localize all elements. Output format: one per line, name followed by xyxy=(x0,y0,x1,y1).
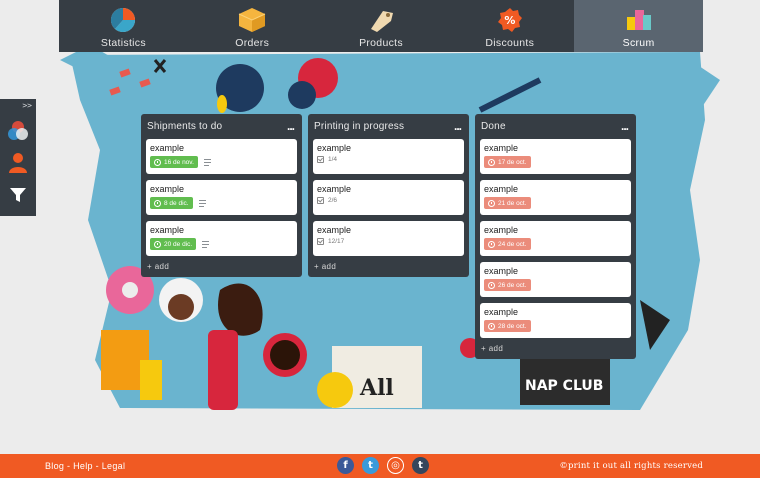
due-date-badge: 26 de oct. xyxy=(484,279,531,291)
percent-icon: % xyxy=(497,8,522,32)
description-icon xyxy=(198,199,206,207)
checklist-badge: 12/17 xyxy=(317,238,344,245)
left-sidebar: >> xyxy=(0,99,36,216)
tag-icon xyxy=(370,11,393,32)
due-date-badge: 21 de oct. xyxy=(484,197,531,209)
add-card-button[interactable]: + add xyxy=(146,262,297,271)
checklist-badge: 1/4 xyxy=(317,156,337,163)
nav-label: Discounts xyxy=(485,37,535,49)
clock-icon xyxy=(154,199,161,207)
nav-label: Statistics xyxy=(100,37,146,49)
card-title: example xyxy=(150,184,185,194)
list-shipments-to-do: Shipments to do ... example 16 de nov. e… xyxy=(141,114,302,277)
card[interactable]: example 20 de dic. xyxy=(146,221,297,256)
list-printing-in-progress: Printing in progress ... example 1/4 exa… xyxy=(308,114,469,277)
nav-scrum[interactable]: Scrum xyxy=(574,0,703,52)
checkbox-icon xyxy=(317,156,324,163)
list-title: Done xyxy=(481,120,506,132)
card-title: example xyxy=(484,307,519,317)
copyright-text: ©print it out all rights reserved xyxy=(559,461,703,471)
card[interactable]: example 12/17 xyxy=(313,221,464,256)
pie-chart-icon xyxy=(111,7,136,33)
tumblr-icon[interactable]: t xyxy=(412,457,429,474)
clock-icon xyxy=(488,199,495,207)
box-icon xyxy=(238,8,266,32)
nav-products[interactable]: Products xyxy=(317,0,446,52)
list-header: Shipments to do ... xyxy=(146,116,297,136)
due-date-badge: 8 de dic. xyxy=(150,197,193,209)
card[interactable]: example 24 de oct. xyxy=(480,221,631,256)
checkbox-icon xyxy=(317,238,324,245)
description-icon xyxy=(202,240,210,248)
due-date-badge: 16 de nov. xyxy=(150,156,198,168)
card[interactable]: example 2/6 xyxy=(313,180,464,215)
filter-icon[interactable] xyxy=(6,183,30,207)
card-title: example xyxy=(484,184,519,194)
nav-label: Orders xyxy=(235,37,270,49)
clock-icon xyxy=(488,240,495,248)
user-icon[interactable] xyxy=(6,151,30,175)
svg-text:NAP CLUB: NAP CLUB xyxy=(525,378,603,394)
list-menu-button[interactable]: ... xyxy=(621,120,629,132)
card-title: example xyxy=(317,184,352,194)
svg-text:All: All xyxy=(359,375,394,401)
card[interactable]: example 1/4 xyxy=(313,139,464,174)
top-navigation: Statistics Orders Products % Discounts S… xyxy=(59,0,703,52)
footer-links[interactable]: Blog - Help - Legal xyxy=(45,461,125,471)
svg-text:%: % xyxy=(504,14,515,27)
facebook-icon[interactable]: f xyxy=(337,457,354,474)
footer: Blog - Help - Legal f t ◎ t ©print it ou… xyxy=(0,454,760,478)
expand-sidebar-button[interactable]: >> xyxy=(22,101,32,110)
due-date-badge: 20 de dic. xyxy=(150,238,197,250)
social-links: f t ◎ t xyxy=(337,457,437,474)
clock-icon xyxy=(154,240,161,248)
blocks-icon xyxy=(626,10,651,30)
clock-icon xyxy=(488,158,495,166)
list-header: Printing in progress ... xyxy=(313,116,464,136)
checklist-badge: 2/6 xyxy=(317,197,337,204)
list-title: Shipments to do xyxy=(147,120,223,132)
description-icon xyxy=(203,158,211,166)
card[interactable]: example 28 de oct. xyxy=(480,303,631,338)
nav-orders[interactable]: Orders xyxy=(188,0,317,52)
color-circles-icon[interactable] xyxy=(6,119,30,143)
card[interactable]: example 8 de dic. xyxy=(146,180,297,215)
twitter-icon[interactable]: t xyxy=(362,457,379,474)
due-date-badge: 17 de oct. xyxy=(484,156,531,168)
card-title: example xyxy=(317,225,352,235)
nav-discounts[interactable]: % Discounts xyxy=(445,0,574,52)
list-done: Done ... example 17 de oct. example 21 d… xyxy=(475,114,636,359)
card[interactable]: example 26 de oct. xyxy=(480,262,631,297)
card-title: example xyxy=(317,143,352,153)
clock-icon xyxy=(488,322,495,330)
clock-icon xyxy=(154,158,161,166)
checkbox-icon xyxy=(317,197,324,204)
card[interactable]: example 21 de oct. xyxy=(480,180,631,215)
card-title: example xyxy=(150,143,185,153)
list-menu-button[interactable]: ... xyxy=(287,120,295,132)
nav-label: Scrum xyxy=(622,37,655,49)
due-date-badge: 28 de oct. xyxy=(484,320,531,332)
clock-icon xyxy=(488,281,495,289)
nav-statistics[interactable]: Statistics xyxy=(59,0,188,52)
list-menu-button[interactable]: ... xyxy=(454,120,462,132)
card-title: example xyxy=(150,225,185,235)
card[interactable]: example 16 de nov. xyxy=(146,139,297,174)
list-title: Printing in progress xyxy=(314,120,405,132)
card[interactable]: example 17 de oct. xyxy=(480,139,631,174)
instagram-icon[interactable]: ◎ xyxy=(387,457,404,474)
card-title: example xyxy=(484,266,519,276)
add-card-button[interactable]: + add xyxy=(313,262,464,271)
card-title: example xyxy=(484,225,519,235)
nav-label: Products xyxy=(359,37,403,49)
add-card-button[interactable]: + add xyxy=(480,344,631,353)
list-header: Done ... xyxy=(480,116,631,136)
due-date-badge: 24 de oct. xyxy=(484,238,531,250)
card-title: example xyxy=(484,143,519,153)
